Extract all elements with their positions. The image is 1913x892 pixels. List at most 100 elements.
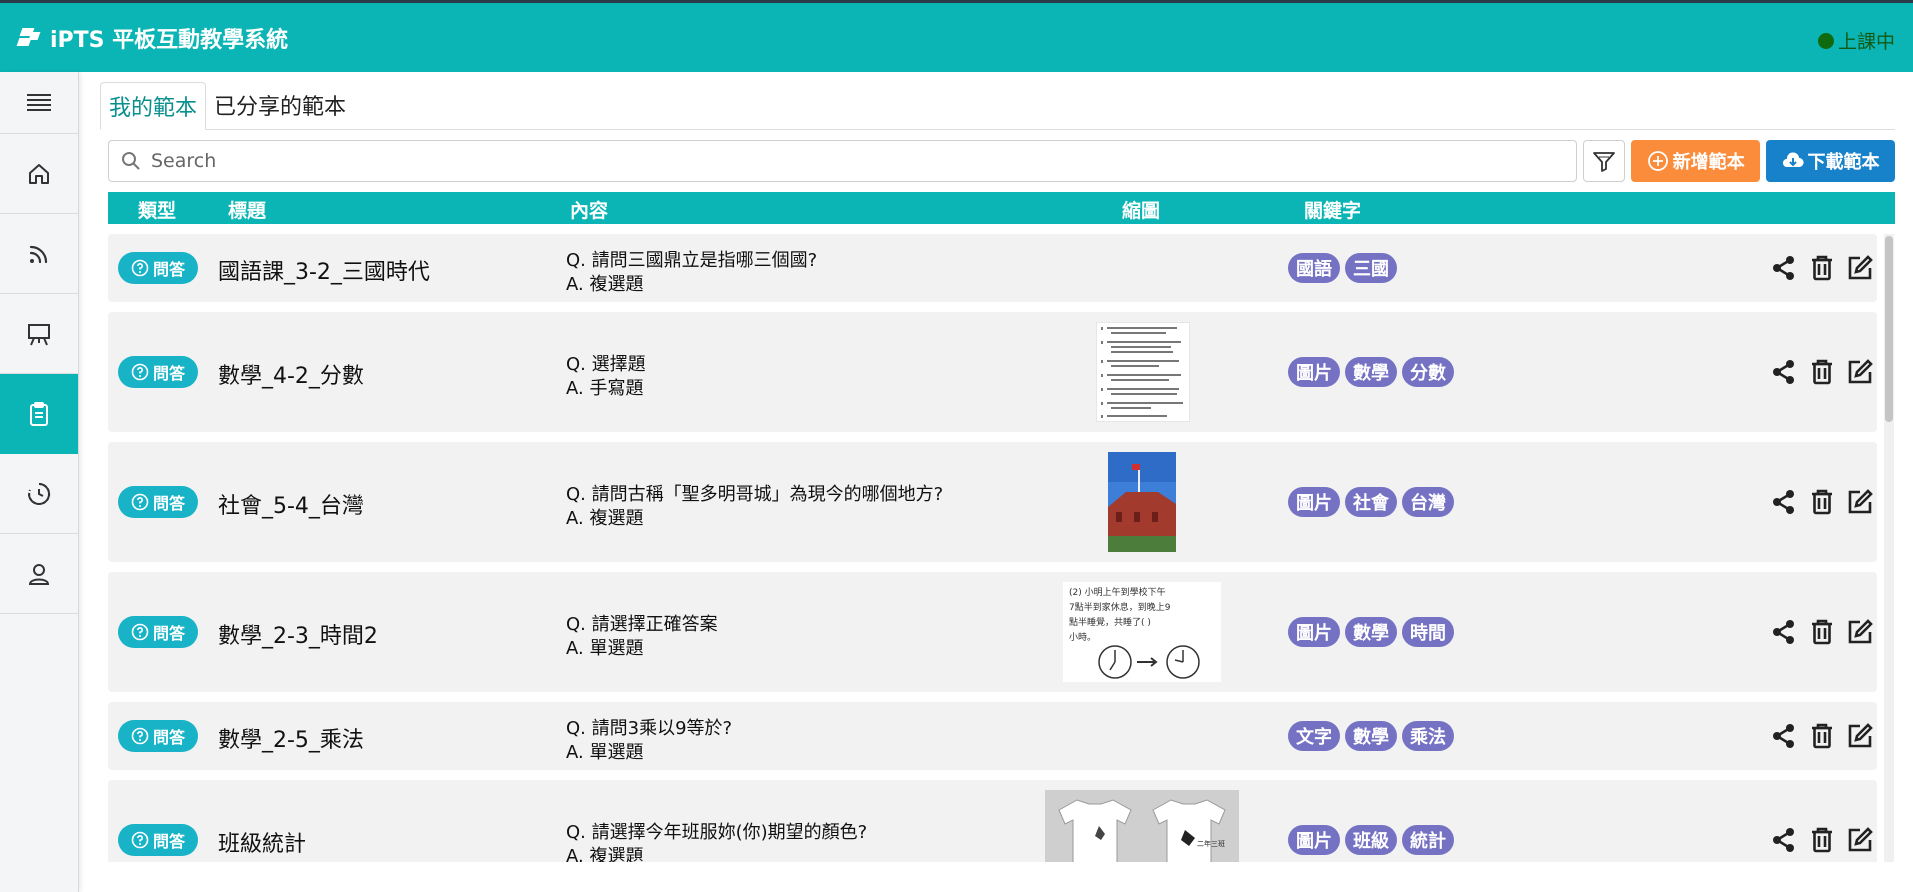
top-bar: iPTS 平板互動教學系統 上課中 [0,0,1913,72]
keyword-tag[interactable]: 圖片 [1288,357,1340,387]
menu-icon [27,93,51,111]
thumbnail-text-line: (2) 小明上午到學校下午 [1069,588,1166,598]
worksheet-thumbnail[interactable] [1096,322,1190,422]
thumbnail-text-line: 點半睡覺，共睡了( ) [1069,618,1151,628]
question-circle-icon [131,363,149,381]
row-actions [1770,826,1877,854]
download-template-button[interactable]: 下載範本 [1766,140,1895,182]
template-title: 班級統計 [218,832,307,857]
table-row[interactable]: 問答 社會_5-4_台灣 Q. 請問古稱「聖多明哥城」為現今的哪個地方? A. … [108,442,1877,562]
keyword-tag[interactable]: 數學 [1345,721,1397,751]
question-circle-icon [131,259,149,277]
list-scrollbar[interactable] [1884,234,1894,862]
sidebar-item-templates[interactable] [0,374,78,454]
search-box[interactable] [108,140,1578,182]
tab-my-templates[interactable]: 我的範本 [100,82,207,130]
keyword-tag[interactable]: 國語 [1288,253,1340,283]
answer-type: A. 單選題 [566,638,644,659]
trash-icon[interactable] [1808,826,1836,854]
row-actions [1770,618,1877,646]
trash-icon[interactable] [1808,254,1836,282]
table-row[interactable]: 問答 數學_4-2_分數 Q. 選擇題 A. 手寫題 圖片 數學 分數 [108,312,1877,432]
fort-photo-thumbnail[interactable] [1108,452,1176,552]
type-label: 問答 [152,728,185,747]
trash-icon[interactable] [1808,488,1836,516]
filter-button[interactable] [1583,140,1626,182]
sidebar [0,72,79,892]
edit-icon[interactable] [1846,722,1874,750]
keyword-tag[interactable]: 時間 [1402,617,1454,647]
keyword-tag[interactable]: 台灣 [1402,487,1454,517]
type-label: 問答 [152,494,185,513]
user-icon [28,563,50,585]
share-icon[interactable] [1770,722,1798,750]
sidebar-menu-toggle[interactable] [0,72,78,134]
keyword-tag[interactable]: 分數 [1402,357,1454,387]
tshirt-thumbnail[interactable]: 二年三班 [1045,790,1239,862]
app-title: iPTS 平板互動教學系統 [50,27,289,53]
template-title: 數學_2-5_乘法 [218,728,364,753]
question-circle-icon [131,727,149,745]
question-text: Q. 請問古稱「聖多明哥城」為現今的哪個地方? [566,484,944,505]
table-row[interactable]: 問答 數學_2-5_乘法 Q. 請問3乘以9等於? A. 單選題 文字 數學 乘… [108,702,1877,770]
share-icon[interactable] [1770,488,1798,516]
header-title: 標題 [228,200,267,222]
header-type: 類型 [138,200,177,222]
trash-icon[interactable] [1808,722,1836,750]
add-template-button[interactable]: 新增範本 [1631,140,1761,182]
keyword-tag[interactable]: 圖片 [1288,617,1340,647]
easel-icon [28,323,50,345]
sidebar-item-profile[interactable] [0,534,78,614]
type-badge: 問答 [118,356,198,388]
answer-type: A. 複選題 [566,274,644,295]
question-circle-icon [131,831,149,849]
status-dot-icon [1817,32,1834,49]
plus-circle-icon [1647,151,1668,171]
sidebar-item-feed[interactable] [0,214,78,294]
table-row[interactable]: 問答 班級統計 Q. 請選擇今年班服妳(你)期望的顏色? A. 複選題 二年三班… [108,780,1877,862]
toolbar: 新增範本 下載範本 [108,140,1895,182]
keyword-tag[interactable]: 圖片 [1288,825,1340,855]
brand-logo-icon [16,27,41,48]
share-icon[interactable] [1770,358,1798,386]
question-text: Q. 選擇題 [566,354,646,375]
trash-icon[interactable] [1808,358,1836,386]
share-icon[interactable] [1770,618,1798,646]
keyword-tags: 國語 三國 [1288,253,1402,283]
session-status: 上課中 [1817,27,1895,54]
edit-icon[interactable] [1846,254,1874,282]
keyword-tag[interactable]: 班級 [1345,825,1397,855]
edit-icon[interactable] [1846,618,1874,646]
sidebar-item-classroom[interactable] [0,294,78,374]
clock-question-thumbnail[interactable]: (2) 小明上午到學校下午 7點半到家休息，到晚上9 點半睡覺，共睡了( ) 小… [1063,582,1221,682]
table-row[interactable]: 問答 國語課_3-2_三國時代 Q. 請問三國鼎立是指哪三個國? A. 複選題 … [108,234,1877,302]
edit-icon[interactable] [1846,826,1874,854]
edit-icon[interactable] [1846,358,1874,386]
main-content: 我的範本 已分享的範本 新增範本 下載範本 類型 標題 內容 縮圖 關鍵字 [100,80,1895,862]
sidebar-item-history[interactable] [0,454,78,534]
keyword-tag[interactable]: 數學 [1345,357,1397,387]
keyword-tags: 圖片 數學 時間 [1288,617,1459,647]
table-row[interactable]: 問答 數學_2-3_時間2 Q. 請選擇正確答案 A. 單選題 (2) 小明上午… [108,572,1877,692]
keyword-tag[interactable]: 統計 [1402,825,1454,855]
trash-icon[interactable] [1808,618,1836,646]
answer-type: A. 複選題 [566,508,644,529]
edit-icon[interactable] [1846,488,1874,516]
keyword-tag[interactable]: 三國 [1345,253,1397,283]
share-icon[interactable] [1770,254,1798,282]
share-icon[interactable] [1770,826,1798,854]
keyword-tag[interactable]: 數學 [1345,617,1397,647]
keyword-tag[interactable]: 社會 [1345,487,1397,517]
brand[interactable]: iPTS 平板互動教學系統 [16,22,289,54]
keyword-tag[interactable]: 圖片 [1288,487,1340,517]
type-badge: 問答 [118,720,198,752]
keyword-tag[interactable]: 文字 [1288,721,1340,751]
scrollbar-thumb[interactable] [1885,236,1893,422]
keyword-tag[interactable]: 乘法 [1402,721,1454,751]
filter-icon [1593,152,1616,172]
template-tabs: 我的範本 已分享的範本 [100,80,1895,130]
tab-shared-templates[interactable]: 已分享的範本 [206,81,354,129]
type-label: 問答 [152,364,185,383]
sidebar-item-home[interactable] [0,134,78,214]
search-input[interactable] [151,150,1551,172]
